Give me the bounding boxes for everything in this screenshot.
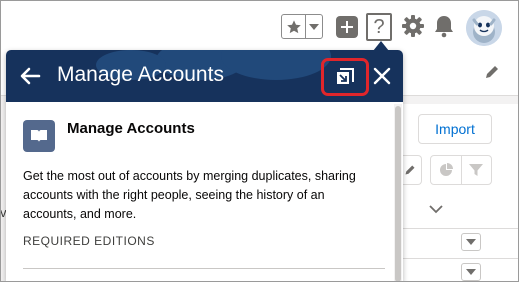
filter-icon[interactable] bbox=[462, 156, 492, 184]
table-row-divider bbox=[400, 228, 519, 229]
chevron-down-icon[interactable] bbox=[306, 15, 322, 38]
required-editions-label: REQUIRED EDITIONS bbox=[23, 234, 155, 248]
column-sort-chevron-icon[interactable] bbox=[428, 202, 444, 216]
section-divider bbox=[23, 268, 385, 269]
table-row-divider bbox=[400, 258, 519, 259]
row-action-dropdown[interactable] bbox=[461, 233, 481, 251]
help-popover-pointer bbox=[373, 41, 389, 51]
back-arrow-icon[interactable] bbox=[19, 65, 41, 87]
global-actions-plus-icon[interactable] bbox=[336, 16, 358, 38]
help-popover-title: Manage Accounts bbox=[57, 63, 224, 86]
edit-pencil-icon[interactable] bbox=[484, 64, 500, 80]
row-action-dropdown[interactable] bbox=[461, 263, 481, 281]
import-button[interactable]: Import bbox=[418, 114, 492, 144]
favorites-button-group[interactable] bbox=[281, 14, 323, 39]
scrollbar-thumb[interactable] bbox=[395, 106, 401, 282]
bell-icon[interactable] bbox=[432, 14, 456, 38]
header-cloud-decoration bbox=[221, 50, 331, 80]
chart-icon[interactable] bbox=[431, 156, 462, 184]
global-header: ? bbox=[0, 0, 519, 56]
close-icon[interactable] bbox=[372, 66, 392, 86]
open-in-new-window-icon[interactable] bbox=[335, 67, 355, 87]
article-book-icon bbox=[23, 120, 55, 152]
star-icon[interactable] bbox=[282, 15, 306, 38]
article-description: Get the most out of accounts by merging … bbox=[23, 169, 356, 221]
help-icon[interactable]: ? bbox=[366, 13, 392, 41]
article-title: Manage Accounts bbox=[67, 120, 195, 137]
help-popover-header: Manage Accounts bbox=[6, 50, 403, 102]
list-view-toolbar bbox=[430, 155, 492, 185]
help-popover: Manage Accounts Manage Accounts Get the … bbox=[6, 50, 403, 282]
avatar[interactable] bbox=[466, 10, 502, 46]
gear-icon[interactable] bbox=[401, 14, 425, 38]
